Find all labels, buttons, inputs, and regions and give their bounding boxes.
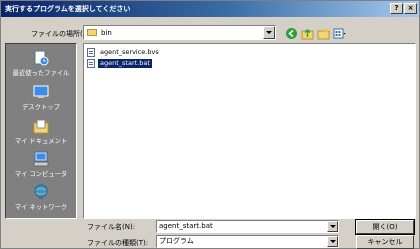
view-menu-icon[interactable] xyxy=(333,27,346,40)
place-desktop[interactable]: デスクトップ xyxy=(6,84,76,111)
place-my-computer[interactable]: マイ コンピュータ xyxy=(6,151,76,178)
place-my-documents[interactable]: マイ ドキュメント xyxy=(6,118,76,145)
new-folder-icon[interactable] xyxy=(317,27,330,40)
filename-value: agent_start.bat xyxy=(159,222,213,230)
my-documents-icon xyxy=(33,119,49,134)
places-bar: 最近使ったファイル デスクトップ マイ ドキュメント マイ コンピュータ マイ … xyxy=(5,43,77,219)
recent-files-icon xyxy=(34,50,49,66)
place-my-network[interactable]: マイ ネットワーク xyxy=(6,184,76,211)
dialog-title: 実行するプログラムを選択してください xyxy=(5,5,131,13)
place-label: マイ コンピュータ xyxy=(14,171,68,178)
back-icon[interactable] xyxy=(285,27,298,40)
help-button[interactable]: ? xyxy=(390,3,403,14)
place-recent[interactable]: 最近使ったファイル xyxy=(6,50,76,77)
open-file-dialog: 実行するプログラムを選択してください ? × ファイルの場所(I): bin 最… xyxy=(0,0,420,249)
batch-file-icon xyxy=(87,58,95,68)
chevron-down-icon[interactable] xyxy=(327,236,338,247)
my-network-icon xyxy=(34,184,48,199)
file-name: agent_start.bat xyxy=(98,58,152,68)
filename-label: ファイル名(N): xyxy=(87,223,136,231)
folder-icon xyxy=(87,29,97,36)
title-bar: 実行するプログラムを選択してください ? × xyxy=(1,1,419,17)
file-icon xyxy=(87,47,95,57)
filetype-select[interactable]: プログラム xyxy=(156,235,339,248)
filetype-label: ファイルの種類(T): xyxy=(87,239,149,247)
file-list[interactable]: agent_service.bvs agent_start.bat xyxy=(83,43,416,219)
close-button[interactable]: × xyxy=(404,3,417,14)
lookin-dropdown[interactable]: bin xyxy=(83,25,276,40)
my-computer-icon xyxy=(33,151,49,167)
lookin-value: bin xyxy=(101,29,112,37)
file-item-selected[interactable]: agent_start.bat xyxy=(87,58,152,68)
open-button[interactable]: 開く(O) xyxy=(355,219,415,235)
desktop-icon xyxy=(33,85,49,98)
file-item[interactable]: agent_service.bvs xyxy=(87,47,161,57)
chevron-down-icon[interactable] xyxy=(327,221,338,232)
filetype-value: プログラム xyxy=(159,237,194,245)
up-folder-icon[interactable] xyxy=(301,27,314,40)
cancel-button[interactable]: キャンセル xyxy=(356,235,414,249)
navigation-toolbar xyxy=(285,26,346,40)
place-label: マイ ドキュメント xyxy=(14,138,68,145)
lookin-label: ファイルの場所(I): xyxy=(31,30,90,38)
file-name: agent_service.bvs xyxy=(100,47,159,56)
place-label: マイ ネットワーク xyxy=(14,204,68,211)
filename-input[interactable]: agent_start.bat xyxy=(156,220,339,233)
place-label: 最近使ったファイル xyxy=(12,70,70,77)
chevron-down-icon[interactable] xyxy=(263,26,275,39)
place-label: デスクトップ xyxy=(22,104,60,111)
